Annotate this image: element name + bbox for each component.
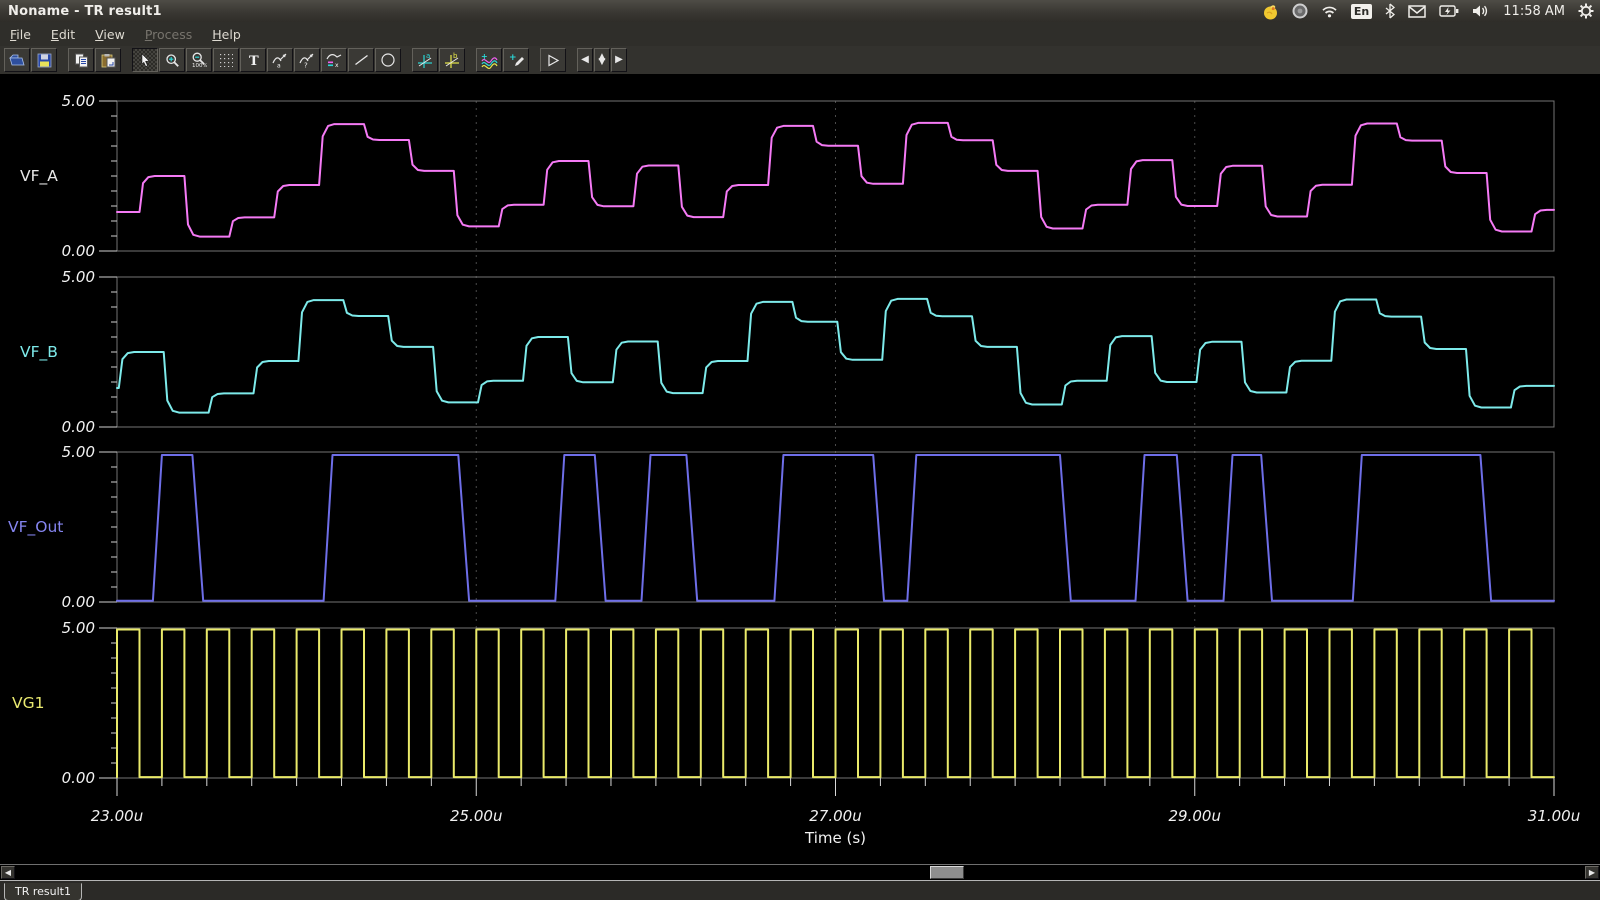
signal-label-VF_A: VF_A xyxy=(20,167,58,186)
cursor-b-icon: b xyxy=(444,52,461,69)
battery-icon[interactable] xyxy=(1439,5,1459,17)
svg-text:T: T xyxy=(249,54,259,68)
text-tool-icon: T xyxy=(246,53,260,68)
svg-text:0.00: 0.00 xyxy=(62,242,95,260)
svg-text:25.00u: 25.00u xyxy=(450,807,502,825)
play-button[interactable] xyxy=(540,48,566,72)
bluetooth-icon[interactable] xyxy=(1385,3,1395,19)
gear-icon[interactable] xyxy=(1578,3,1594,19)
clock-text[interactable]: 11:58 AM xyxy=(1503,4,1565,19)
zoom-100-button[interactable]: 100% xyxy=(186,48,212,72)
plot-area: 5.00 0.00 VF_A 5.00 0.00 VF_B 5.00 0.00 VF_Out 5.… xyxy=(0,74,1600,864)
save-button[interactable] xyxy=(31,48,57,72)
trace-VG1 xyxy=(117,630,1554,778)
x-axis-title: Time (s) xyxy=(804,829,866,847)
scroll-right-button[interactable]: ▶ xyxy=(1585,866,1599,879)
svg-text:0.00: 0.00 xyxy=(62,769,95,787)
zoom-in-button[interactable] xyxy=(159,48,185,72)
floppy-save-icon xyxy=(37,53,52,68)
svg-text:0.00: 0.00 xyxy=(62,418,95,436)
window-title: Noname - TR result1 xyxy=(0,4,162,19)
scroll-left-button[interactable]: ◀ xyxy=(1,866,15,879)
horizontal-scrollbar[interactable]: ◀ ▶ xyxy=(0,864,1600,880)
tab-tr-result1[interactable]: TR result1 xyxy=(4,883,82,900)
add-curves-button[interactable]: + xyxy=(476,48,502,72)
svg-text:b: b xyxy=(453,52,458,60)
cursor-a-icon: a xyxy=(417,52,434,69)
zoom-100-icon: 100% xyxy=(191,52,207,68)
curve-point-a-button[interactable]: a xyxy=(267,48,293,72)
svg-text:?: ? xyxy=(304,62,308,69)
svg-text:x: x xyxy=(335,62,339,68)
add-curves-icon: + xyxy=(480,52,498,69)
menu-edit[interactable]: Edit xyxy=(41,25,85,44)
keyboard-layout-indicator[interactable]: En xyxy=(1351,4,1372,19)
curve-legend-button[interactable]: x xyxy=(321,48,347,72)
menu-help[interactable]: Help xyxy=(202,25,251,44)
result-tabbar: TR result1 xyxy=(0,880,1600,900)
copy-button[interactable] xyxy=(68,48,94,72)
toolbar: 100% T a xyxy=(0,46,1600,74)
svg-text:27.00u: 27.00u xyxy=(809,807,861,825)
titlebar: Noname - TR result1 En xyxy=(0,0,1600,22)
svg-text:+: + xyxy=(509,53,517,63)
circle-tool-button[interactable] xyxy=(375,48,401,72)
line-tool-button[interactable] xyxy=(348,48,374,72)
scrollbar-thumb[interactable] xyxy=(930,866,964,879)
app-bird-icon[interactable] xyxy=(1263,3,1279,20)
zoom-in-icon xyxy=(165,53,180,68)
cursor-a-button[interactable]: a xyxy=(412,48,438,72)
volume-circle-icon[interactable] xyxy=(1292,3,1308,19)
select-cursor-button[interactable] xyxy=(132,48,158,72)
nav-left-button[interactable]: ◀ xyxy=(577,48,593,72)
menu-view[interactable]: View xyxy=(85,25,135,44)
nav-spinner[interactable]: ▲▼ xyxy=(594,48,610,72)
signal-label-VG1: VG1 xyxy=(12,694,44,712)
waveform-plot: 5.00 0.00 VF_A 5.00 0.00 VF_B 5.00 0.00 VF_Out 5.… xyxy=(0,74,1600,864)
svg-text:5.00: 5.00 xyxy=(62,443,95,461)
play-icon xyxy=(546,53,561,68)
curve-query-icon: ? xyxy=(299,52,315,68)
cursor-arrow-icon xyxy=(138,53,152,68)
copy-icon xyxy=(74,53,89,68)
svg-text:5.00: 5.00 xyxy=(62,92,95,110)
signal-label-VF_B: VF_B xyxy=(20,343,58,362)
nav-right-button[interactable]: ▶ xyxy=(611,48,627,72)
curve-arrow-icon: a xyxy=(272,52,288,68)
text-tool-button[interactable]: T xyxy=(240,48,266,72)
svg-text:a: a xyxy=(277,63,281,69)
circle-tool-icon xyxy=(380,52,396,68)
wifi-icon[interactable] xyxy=(1321,4,1338,18)
system-tray: En 11:58 AM xyxy=(1263,0,1594,22)
open-button[interactable] xyxy=(4,48,30,72)
grid-dots-icon xyxy=(219,53,233,67)
svg-text:5.00: 5.00 xyxy=(62,268,95,286)
curve-legend-icon: x xyxy=(326,52,342,68)
svg-text:0.00: 0.00 xyxy=(62,593,95,611)
paste-icon xyxy=(101,53,116,68)
menubar: File Edit View Process Help xyxy=(0,22,1600,46)
paste-button[interactable] xyxy=(95,48,121,72)
spinner-down-icon[interactable]: ▼ xyxy=(599,60,606,65)
svg-text:5.00: 5.00 xyxy=(62,619,95,637)
speaker-icon[interactable] xyxy=(1472,4,1490,18)
probe-add-icon: + xyxy=(508,52,525,69)
application-window: Noname - TR result1 En xyxy=(0,0,1600,900)
curve-point-query-button[interactable]: ? xyxy=(294,48,320,72)
cursor-b-button[interactable]: b xyxy=(439,48,465,72)
svg-text:a: a xyxy=(426,52,430,60)
menu-file[interactable]: File xyxy=(0,25,41,44)
svg-text:23.00u: 23.00u xyxy=(91,807,143,825)
signal-label-VF_Out: VF_Out xyxy=(8,518,63,537)
svg-text:29.00u: 29.00u xyxy=(1169,807,1221,825)
probe-add-button[interactable]: + xyxy=(503,48,529,72)
svg-text:100%: 100% xyxy=(192,63,207,68)
menu-process: Process xyxy=(135,25,202,44)
svg-text:31.00u: 31.00u xyxy=(1528,807,1580,825)
grid-button[interactable] xyxy=(213,48,239,72)
mail-icon[interactable] xyxy=(1408,5,1426,18)
line-tool-icon xyxy=(354,53,369,67)
folder-open-icon xyxy=(9,53,25,67)
